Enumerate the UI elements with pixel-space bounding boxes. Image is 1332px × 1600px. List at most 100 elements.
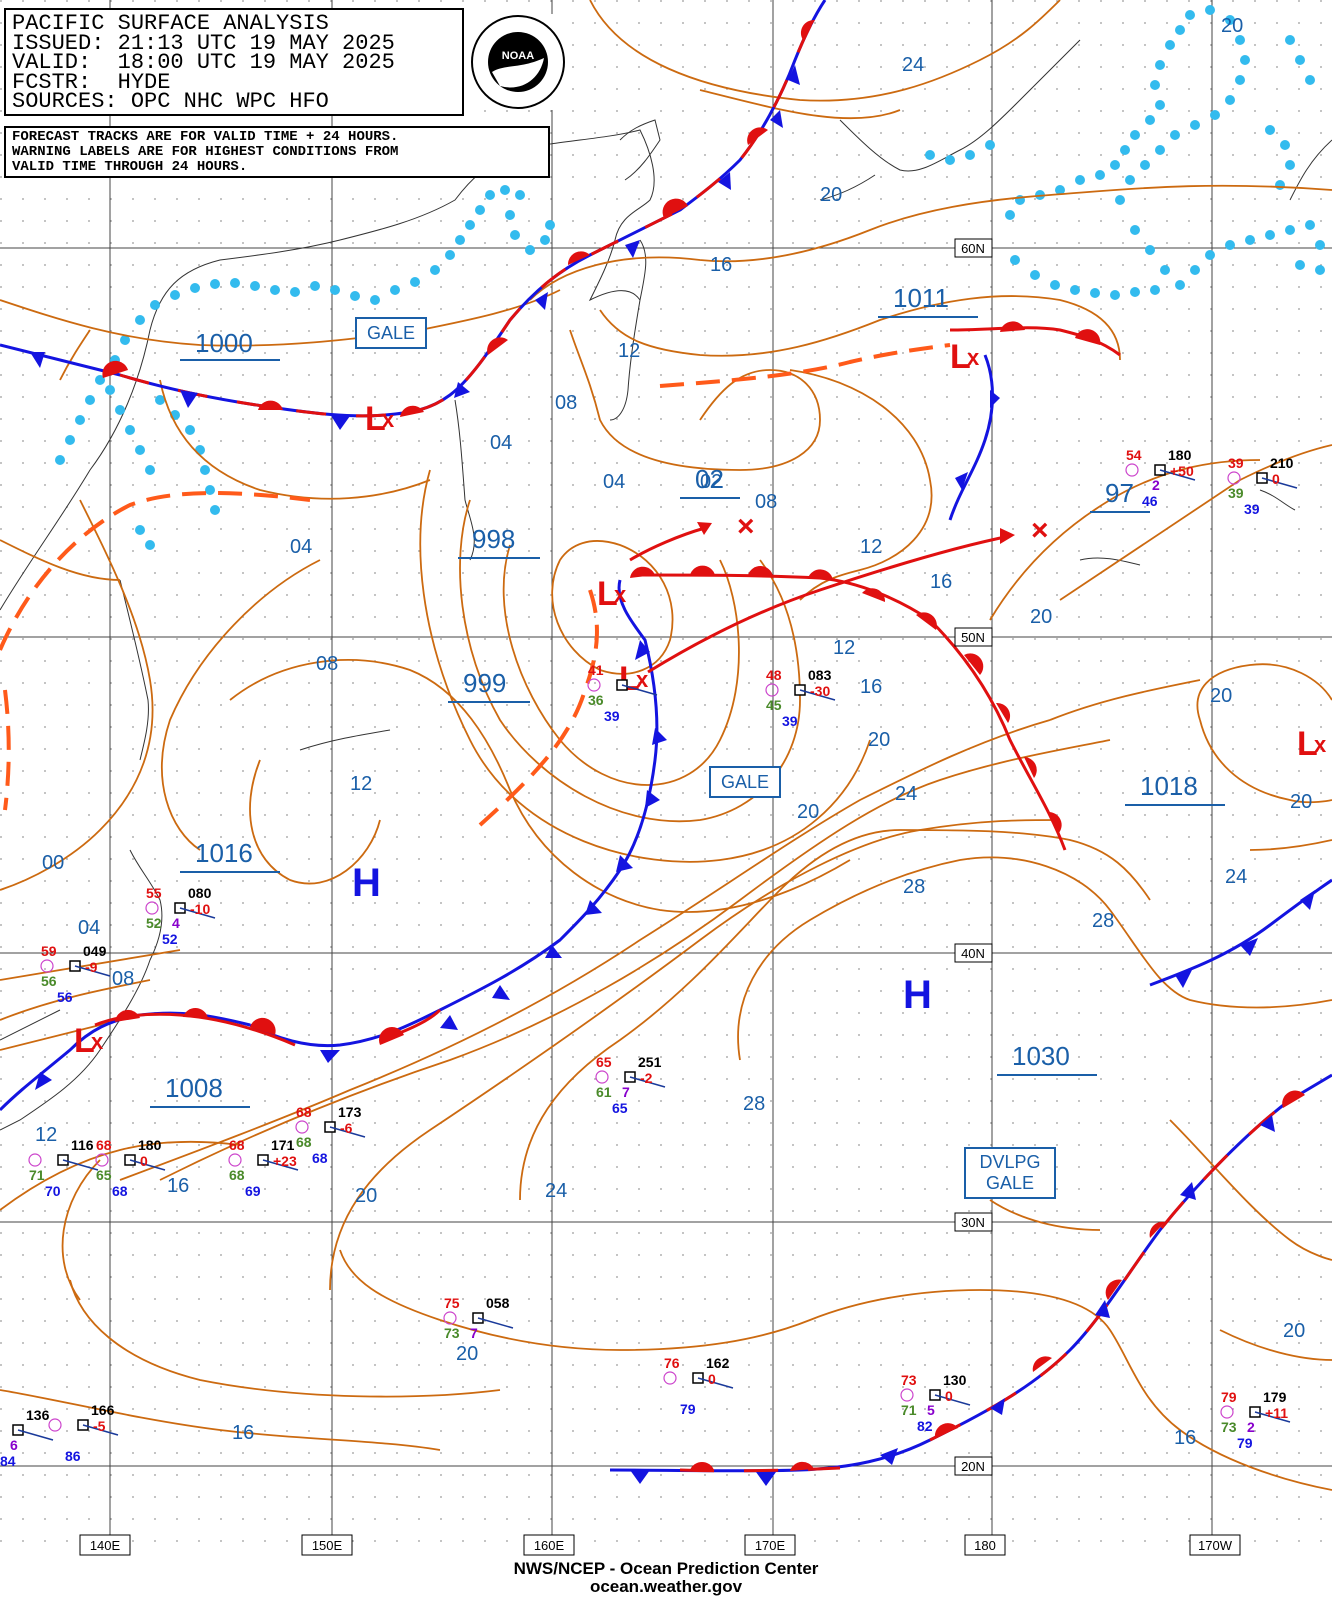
isobar-label: 04 <box>290 536 312 558</box>
isobar-label: 24 <box>1225 866 1247 888</box>
station-value: 71 <box>901 1402 917 1418</box>
station-value: 210 <box>1270 455 1294 471</box>
station-value: 68 <box>229 1167 245 1183</box>
gale-warning-box: GALE <box>355 317 427 349</box>
note-line: VALID TIME THROUGH 24 HOURS. <box>12 159 248 175</box>
station-value: 171 <box>271 1137 295 1153</box>
isobar-label: 28 <box>1092 910 1114 932</box>
lat-label: 50N <box>954 627 993 647</box>
station-value: 7 <box>622 1084 630 1100</box>
isobar-label: 04 <box>78 917 100 939</box>
station-value: 4 <box>172 915 180 931</box>
isobar-label: 20 <box>820 184 842 206</box>
station-value: 52 <box>146 915 162 931</box>
svg-text:x: x <box>91 1029 104 1054</box>
svg-text:1011: 1011 <box>893 283 949 313</box>
isobar-label: 24 <box>545 1180 567 1202</box>
isobar-label: 08 <box>755 491 777 513</box>
station-value: 41 <box>588 662 604 678</box>
svg-text:1008: 1008 <box>165 1073 223 1103</box>
station-value: 251 <box>638 1054 662 1070</box>
footer: NWS/NCEP - Ocean Prediction Center ocean… <box>0 1560 1332 1596</box>
svg-text:GALE: GALE <box>367 323 415 343</box>
isobar-label: 20 <box>797 801 819 823</box>
station-value: 68 <box>96 1137 112 1153</box>
footer-url: ocean.weather.gov <box>589 1577 743 1596</box>
isobar-label: 12 <box>35 1124 57 1146</box>
station-value: 46 <box>1142 493 1158 509</box>
gale-warning-box: GALE <box>709 766 781 798</box>
footer-agency: NWS/NCEP - Ocean Prediction Center <box>513 1559 819 1578</box>
svg-text:×: × <box>1031 514 1049 547</box>
isobar-label: 20 <box>1221 15 1243 37</box>
lon-label: 170W <box>1189 1534 1241 1556</box>
station-value: 5 <box>927 1402 935 1418</box>
svg-text:60N: 60N <box>961 241 985 256</box>
forecast-note-box: FORECAST TRACKS ARE FOR VALID TIME + 24 … <box>4 126 550 178</box>
station-value: +11 <box>1265 1405 1288 1421</box>
isobar-label: 04 <box>490 432 512 454</box>
svg-text:H: H <box>352 861 381 905</box>
isobar-label: 20 <box>868 729 890 751</box>
svg-text:x: x <box>382 407 395 432</box>
station-value: -6 <box>340 1120 353 1136</box>
station-value: 86 <box>65 1448 81 1464</box>
station-value: 65 <box>612 1100 628 1116</box>
svg-text:×: × <box>737 510 755 543</box>
isobar-label: 02 <box>700 471 722 493</box>
isobar-label: 16 <box>1174 1427 1196 1449</box>
lon-label: 140E <box>79 1534 131 1556</box>
svg-text:97: 97 <box>1105 478 1134 508</box>
station-value: +23 <box>273 1153 297 1169</box>
station-value: 61 <box>596 1084 612 1100</box>
svg-text:GALE: GALE <box>986 1173 1034 1193</box>
station-value: 180 <box>138 1137 162 1153</box>
lon-label: 150E <box>301 1534 353 1556</box>
station-value: 84 <box>0 1453 16 1469</box>
station-value: 79 <box>1237 1435 1253 1451</box>
svg-text:1016: 1016 <box>195 838 253 868</box>
station-value: 049 <box>83 943 107 959</box>
station-value: 68 <box>312 1150 328 1166</box>
isobar-label: 04 <box>603 471 625 493</box>
isobar-label: 12 <box>350 773 372 795</box>
isobar-label: 16 <box>710 254 732 276</box>
svg-text:40N: 40N <box>961 946 985 961</box>
station-value: 130 <box>943 1372 967 1388</box>
station-value: 59 <box>41 943 57 959</box>
station-value: 79 <box>680 1401 696 1417</box>
isobar-label: 28 <box>903 876 925 898</box>
svg-text:160E: 160E <box>534 1538 565 1553</box>
station-value: 058 <box>486 1295 510 1311</box>
station-value: 6 <box>10 1437 18 1453</box>
isobar-label: 20 <box>1290 791 1312 813</box>
lat-label: 40N <box>954 943 993 963</box>
lat-label: 30N <box>954 1212 993 1232</box>
lat-label: 60N <box>954 238 993 258</box>
station-value: 080 <box>188 885 212 901</box>
station-value: 162 <box>706 1355 730 1371</box>
svg-text:30N: 30N <box>961 1215 985 1230</box>
station-value: 54 <box>1126 447 1142 463</box>
svg-text:GALE: GALE <box>721 772 769 792</box>
svg-text:DVLPG: DVLPG <box>979 1152 1040 1172</box>
station-value: 73 <box>1221 1419 1237 1435</box>
station-value: 0 <box>945 1388 953 1404</box>
svg-text:50N: 50N <box>961 630 985 645</box>
lon-label: 180 <box>964 1534 1006 1556</box>
station-value: 76 <box>664 1355 680 1371</box>
station-value: 65 <box>96 1167 112 1183</box>
header-box: PACIFIC SURFACE ANALYSIS ISSUED: 21:13 U… <box>4 8 464 116</box>
lon-label: 160E <box>523 1534 575 1556</box>
station-value: 52 <box>162 931 178 947</box>
svg-text:170W: 170W <box>1198 1538 1233 1553</box>
svg-text:170E: 170E <box>755 1538 786 1553</box>
isobar-label: 24 <box>902 54 924 76</box>
isobar-label: 00 <box>42 852 64 874</box>
station-value: 39 <box>1244 501 1260 517</box>
station-value: 56 <box>41 973 57 989</box>
station-value: 7 <box>470 1325 478 1341</box>
isobar-label: 16 <box>930 571 952 593</box>
developing-gale-warning-box: DVLPGGALE <box>964 1147 1056 1199</box>
svg-text:1018: 1018 <box>1140 771 1198 801</box>
